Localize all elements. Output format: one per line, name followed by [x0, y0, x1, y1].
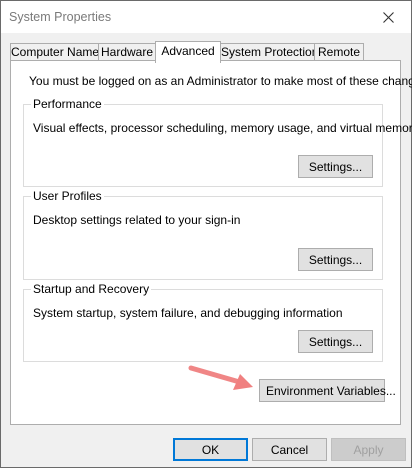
- environment-variables-button[interactable]: Environment Variables...: [259, 379, 396, 402]
- performance-group: Performance Visual effects, processor sc…: [23, 97, 412, 187]
- tab-remote[interactable]: Remote: [314, 43, 364, 60]
- apply-button[interactable]: Apply: [331, 438, 406, 461]
- startup-recovery-settings-button[interactable]: Settings...: [298, 330, 373, 353]
- cancel-button[interactable]: Cancel: [252, 438, 327, 461]
- user-profiles-settings-button[interactable]: Settings...: [298, 248, 373, 271]
- startup-recovery-group: Startup and Recovery System startup, sys…: [23, 282, 383, 362]
- close-button[interactable]: [365, 1, 411, 33]
- performance-title: Performance: [31, 97, 104, 111]
- user-profiles-description: Desktop settings related to your sign-in: [33, 213, 241, 227]
- performance-description: Visual effects, processor scheduling, me…: [33, 121, 412, 135]
- tab-system-protection[interactable]: System Protection: [220, 43, 318, 60]
- close-icon: [382, 11, 394, 23]
- performance-settings-button[interactable]: Settings...: [298, 155, 373, 178]
- tab-computer-name[interactable]: Computer Name: [10, 43, 99, 60]
- user-profiles-title: User Profiles: [31, 189, 104, 203]
- admin-notice: You must be logged on as an Administrato…: [29, 74, 412, 88]
- startup-recovery-description: System startup, system failure, and debu…: [33, 306, 343, 320]
- startup-recovery-title: Startup and Recovery: [31, 282, 152, 296]
- tab-advanced[interactable]: Advanced: [155, 41, 221, 63]
- window-title: System Properties: [9, 10, 112, 24]
- title-bar[interactable]: System Properties: [1, 1, 411, 33]
- tab-hardware[interactable]: Hardware: [98, 43, 156, 60]
- user-profiles-group: User Profiles Desktop settings related t…: [23, 189, 383, 280]
- system-properties-window: System Properties Computer Name Hardware…: [0, 0, 412, 468]
- ok-button[interactable]: OK: [173, 438, 248, 461]
- pointer-arrow-icon: [188, 365, 253, 390]
